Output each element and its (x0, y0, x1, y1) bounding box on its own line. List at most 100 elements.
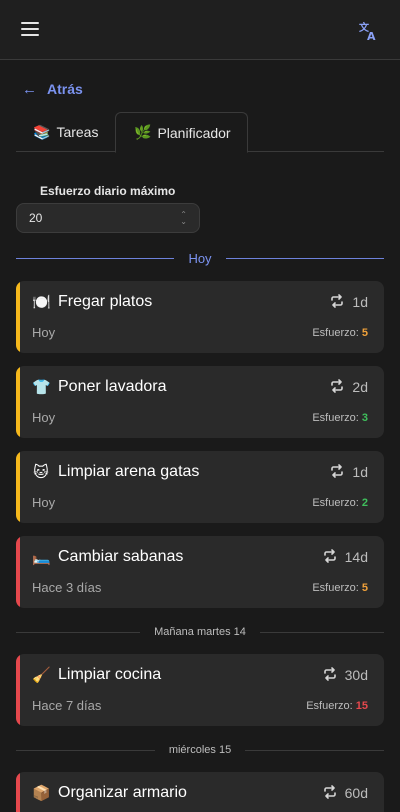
translate-icon[interactable]: 文 A (358, 20, 380, 43)
effort-value: 2 (361, 496, 368, 509)
effort-prefix: Esfuerzo: (306, 699, 356, 712)
effort-prefix: Esfuerzo: (312, 496, 362, 509)
frequency-value: 1d (352, 464, 368, 480)
task-title-row: 🍽️ Fregar platos 1d (32, 293, 368, 311)
repeat-icon (323, 548, 337, 566)
books-icon: 📚 (33, 123, 51, 140)
task-card[interactable]: 🐱 Limpiar arena gatas 1d Hoy Esfuerzo: 2 (16, 451, 384, 523)
task-card[interactable]: 📦 Organizar armario 60d (16, 772, 384, 812)
task-due: Hace 7 días (32, 698, 102, 713)
divider-line (16, 257, 175, 259)
task-emoji-icon: 🐱 (33, 464, 49, 481)
task-title: 📦 Organizar armario (32, 784, 187, 802)
tab-label: Planificador (157, 124, 231, 141)
priority-bar (16, 536, 20, 608)
frequency-value: 1d (352, 294, 368, 310)
frequency-value: 2d (352, 379, 368, 395)
task-frequency: 2d (330, 378, 368, 396)
task-card[interactable]: 🛏️ Cambiar sabanas 14d Hace 3 días Esfuerzo:… (16, 536, 384, 608)
task-name: Limpiar cocina (58, 666, 162, 683)
task-title: 🧹 Limpiar cocina (32, 666, 161, 684)
task-title-row: 🛏️ Cambiar sabanas 14d (32, 548, 368, 566)
tab-bar: 📚 Tareas 🌿 Planificador (16, 112, 384, 153)
repeat-icon (323, 784, 337, 802)
section-divider: Mañana martes 14 (16, 625, 384, 639)
tab-planificador[interactable]: 🌿 Planificador (115, 112, 248, 153)
divider-line (245, 749, 385, 751)
task-title-row: 🧹 Limpiar cocina 30d (32, 666, 368, 684)
priority-bar (16, 654, 20, 726)
section-label: Hoy (188, 250, 212, 266)
task-card[interactable]: 🧹 Limpiar cocina 30d Hace 7 días Esfuerzo: 1… (16, 654, 384, 726)
effort-label: Esfuerzo diario máximo (40, 184, 176, 198)
task-effort: Esfuerzo: 15 (306, 700, 368, 712)
task-due: Hace 3 días (32, 580, 102, 595)
priority-bar (16, 451, 20, 523)
task-sub-row: Hoy Esfuerzo: 3 (32, 410, 368, 425)
task-frequency: 1d (330, 293, 368, 311)
task-name: Limpiar arena gatas (58, 463, 200, 480)
task-frequency: 60d (323, 784, 368, 802)
tab-label: Tareas (56, 124, 99, 140)
task-due: Hoy (32, 325, 56, 340)
task-title-row: 📦 Organizar armario 60d (32, 784, 368, 802)
section-label: miércoles 15 (168, 744, 232, 756)
task-name: Poner lavadora (58, 378, 167, 395)
task-frequency: 14d (323, 548, 368, 566)
section-divider: miércoles 15 (16, 743, 385, 757)
task-frequency: 1d (330, 463, 368, 481)
task-name: Fregar platos (58, 293, 153, 310)
task-emoji-icon: 👕 (32, 379, 51, 396)
task-due: Hoy (32, 410, 56, 425)
effort-prefix: Esfuerzo: (312, 326, 362, 339)
priority-bar (16, 772, 20, 812)
repeat-icon (323, 666, 337, 684)
svg-text:A: A (367, 30, 376, 42)
task-sub-row: Hace 3 días Esfuerzo: 5 (32, 580, 368, 595)
effort-value: 20 (29, 211, 43, 225)
task-emoji-icon: 🛏️ (32, 549, 51, 566)
priority-bar (16, 366, 20, 438)
frequency-value: 60d (344, 785, 368, 801)
back-button[interactable]: ← Atrás (22, 79, 83, 99)
effort-select[interactable]: 20 ⌃ ⌄ (16, 203, 200, 233)
task-card[interactable]: 🍽️ Fregar platos 1d Hoy Esfuerzo: 5 (16, 281, 384, 353)
seedling-icon: 🌿 (134, 124, 152, 140)
frequency-value: 30d (344, 667, 368, 683)
task-effort: Esfuerzo: 2 (312, 497, 368, 509)
task-title-row: 👕 Poner lavadora 2d (32, 378, 368, 396)
task-effort: Esfuerzo: 5 (312, 327, 368, 339)
tab-tareas[interactable]: 📚 Tareas (33, 112, 98, 152)
frequency-value: 14d (344, 549, 368, 565)
repeat-icon (330, 463, 344, 481)
back-label: Atrás (47, 81, 83, 97)
task-frequency: 30d (323, 666, 368, 684)
effort-value: 3 (361, 411, 368, 424)
task-title: 🛏️ Cambiar sabanas (32, 548, 183, 566)
effort-value: 5 (361, 326, 368, 339)
task-sub-row: Hoy Esfuerzo: 5 (32, 325, 368, 340)
hamburger-menu-icon[interactable] (21, 22, 39, 36)
task-due: Hoy (32, 495, 56, 510)
task-emoji-icon: 🧹 (32, 667, 51, 684)
effort-value: 5 (361, 581, 368, 594)
divider-line (259, 631, 384, 633)
task-title: 🐱 Limpiar arena gatas (32, 463, 199, 481)
task-card[interactable]: 👕 Poner lavadora 2d Hoy Esfuerzo: 3 (16, 366, 384, 438)
task-title: 👕 Poner lavadora (32, 378, 167, 396)
effort-value: 15 (355, 699, 368, 712)
task-emoji-icon: 🍽️ (32, 294, 51, 311)
task-name: Cambiar sabanas (58, 548, 184, 565)
task-effort: Esfuerzo: 3 (312, 412, 368, 424)
task-sub-row: Hace 7 días Esfuerzo: 15 (32, 698, 368, 713)
divider-line (225, 257, 384, 259)
priority-bar (16, 281, 20, 353)
arrow-left-icon: ← (22, 80, 37, 98)
repeat-icon (330, 293, 344, 311)
top-bar: 文 A (0, 0, 400, 60)
task-title-row: 🐱 Limpiar arena gatas 1d (32, 463, 368, 481)
divider-line (16, 631, 141, 633)
task-title: 🍽️ Fregar platos (32, 293, 152, 311)
chevron-updown-icon: ⌃ ⌄ (180, 210, 187, 226)
task-name: Organizar armario (58, 784, 187, 801)
